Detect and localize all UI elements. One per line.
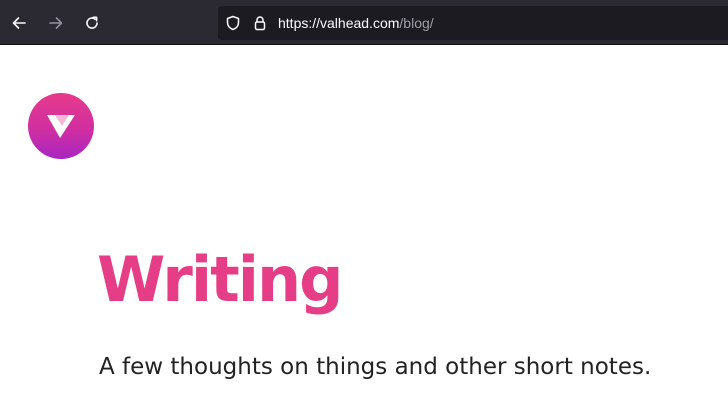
back-button[interactable] — [4, 8, 34, 38]
page-subtitle: A few thoughts on things and other short… — [99, 354, 652, 380]
back-arrow-icon — [12, 17, 26, 29]
url-text[interactable]: https://valhead.com/blog/ — [278, 6, 434, 40]
browser-toolbar: https://valhead.com/blog/ — [0, 0, 728, 45]
lock-icon[interactable] — [252, 15, 268, 31]
forward-button[interactable] — [41, 8, 71, 38]
site-logo[interactable] — [28, 93, 94, 159]
forward-arrow-icon — [49, 17, 63, 29]
url-host: https://valhead.com — [278, 15, 400, 31]
reload-icon — [86, 16, 98, 29]
address-bar[interactable]: https://valhead.com/blog/ — [218, 6, 728, 40]
page-title: Writing — [97, 243, 344, 316]
valhead-v-logo-icon — [47, 115, 75, 138]
shield-icon[interactable] — [225, 15, 241, 31]
url-path: /blog/ — [399, 15, 434, 31]
page-content: Writing A few thoughts on things and oth… — [0, 46, 728, 407]
reload-button[interactable] — [77, 8, 107, 38]
